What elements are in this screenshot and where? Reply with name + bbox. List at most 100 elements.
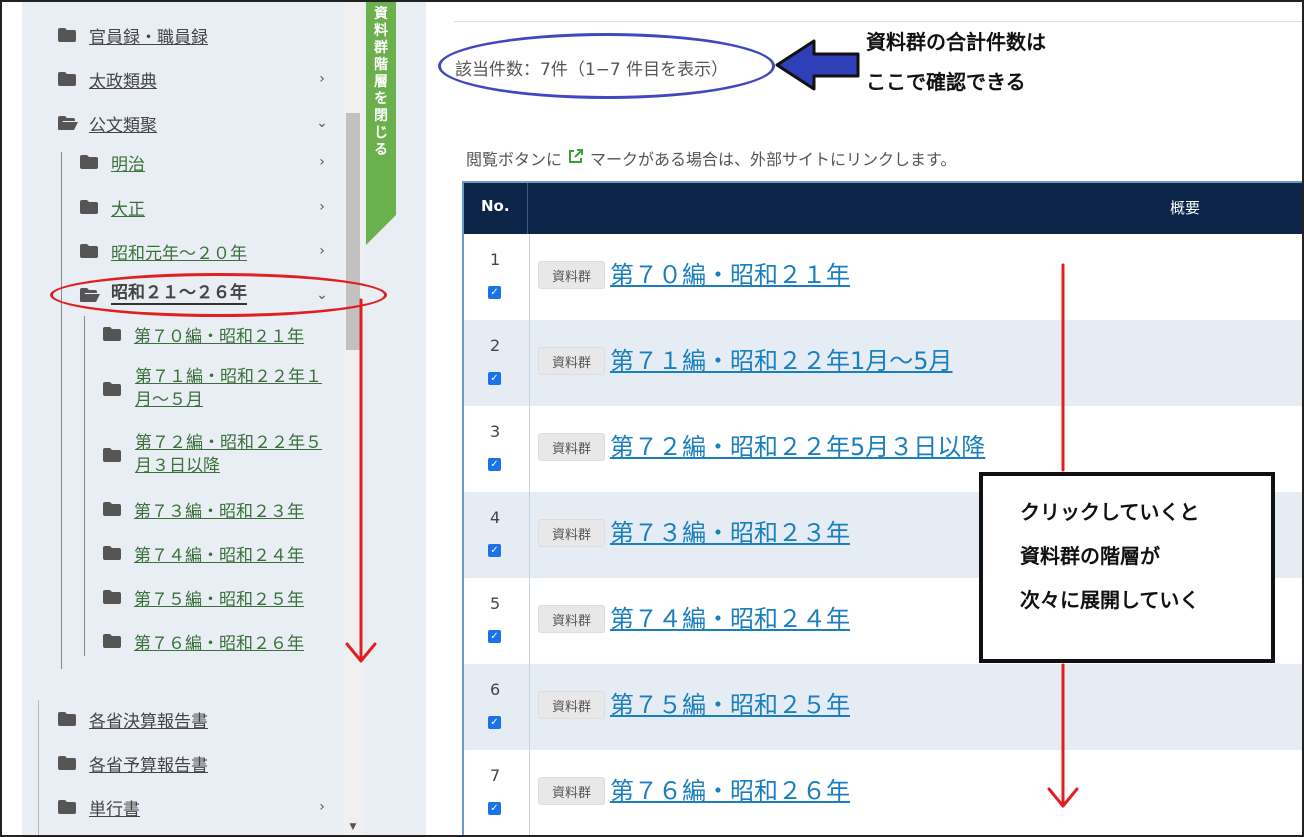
row-number: 3	[490, 422, 501, 441]
row-title-link[interactable]: 第７０編・昭和２１年	[610, 255, 850, 290]
folder-icon	[80, 155, 98, 169]
sidebar-item-vol71[interactable]: 第７１編・昭和２２年１ 月～５月	[135, 366, 322, 412]
sidebar-item-taisho[interactable]: 大正	[80, 195, 145, 220]
folder-icon	[58, 800, 76, 814]
chevron-right-icon[interactable]: ›	[312, 152, 332, 172]
folder-icon	[80, 244, 98, 258]
chevron-right-icon[interactable]: ›	[312, 69, 332, 89]
note-text: マークがある場合は、外部サイトにリンクします。	[590, 150, 957, 169]
sidebar-item-label[interactable]: 第７５編・昭和２５年	[134, 585, 304, 610]
sidebar-item-vol70[interactable]: 第７０編・昭和２１年	[103, 322, 304, 347]
sidebar-item-meiji[interactable]: 明治	[80, 150, 145, 175]
sidebar-item-vol73[interactable]: 第７３編・昭和２３年	[103, 497, 304, 522]
column-header-summary: 概要	[1170, 199, 1201, 217]
folder-open-icon	[58, 116, 78, 130]
highlight-ellipse	[438, 33, 775, 99]
sidebar-item-label[interactable]: 第７６編・昭和２６年	[134, 629, 304, 654]
sidebar-item-label[interactable]: 明治	[111, 150, 145, 175]
sidebar-item-label[interactable]: 第７１編・昭和２２年１	[135, 366, 322, 389]
row-title-link[interactable]: 第７２編・昭和２２年5月３日以降	[610, 427, 985, 462]
chevron-right-icon[interactable]: ›	[312, 197, 332, 217]
row-number: 4	[490, 508, 501, 527]
type-badge: 資料群	[538, 605, 605, 633]
type-badge: 資料群	[538, 691, 605, 719]
sidebar-item-showa-gannen[interactable]: 昭和元年～２０年	[80, 239, 247, 264]
folder-icon	[103, 546, 121, 560]
type-badge: 資料群	[538, 777, 605, 805]
row-title-link[interactable]: 第７６編・昭和２６年	[610, 771, 850, 806]
annotation-box-text: クリックしていくと 資料群の階層が 次々に展開していく	[1020, 490, 1199, 622]
row-number: 5	[490, 594, 501, 613]
row-checkbox[interactable]: ✓	[488, 458, 501, 471]
annotation-line: クリックしていくと	[1020, 500, 1200, 524]
column-header-no: No.	[481, 197, 510, 215]
folder-icon	[58, 72, 76, 86]
sidebar-item-label[interactable]: 各省予算報告書	[89, 751, 208, 776]
sidebar-item-label[interactable]: 各省決算報告書	[89, 707, 208, 732]
folder-icon	[58, 712, 76, 726]
sidebar-item-label[interactable]: 単行書	[89, 795, 140, 820]
type-badge: 資料群	[538, 261, 605, 289]
row-checkbox[interactable]: ✓	[488, 544, 501, 557]
sidebar-item-label[interactable]: 太政類典	[89, 67, 157, 92]
row-number: 1	[490, 250, 501, 269]
sidebar-item-vol72[interactable]: 第７２編・昭和２２年５ 月３日以降	[135, 432, 322, 478]
callout-line: 資料群の合計件数は	[866, 30, 1046, 54]
sidebar-item-label[interactable]: 第７０編・昭和２１年	[134, 322, 304, 347]
row-title-link[interactable]: 第７５編・昭和２５年	[610, 685, 850, 720]
folder-icon	[103, 447, 121, 466]
sidebar-item-tankosho[interactable]: 単行書	[58, 795, 140, 820]
annotation-line: 次々に展開していく	[1020, 588, 1200, 612]
sidebar-item-label[interactable]: 官員録・職員録	[89, 23, 208, 48]
type-badge: 資料群	[538, 433, 605, 461]
sidebar-item-label[interactable]: 大正	[111, 195, 145, 220]
row-checkbox[interactable]: ✓	[488, 286, 501, 299]
sidebar-item-dajou[interactable]: 太政類典	[58, 67, 157, 92]
sidebar-item-label[interactable]: 月３日以降	[135, 455, 322, 478]
row-title-link[interactable]: 第７４編・昭和２４年	[610, 599, 850, 634]
sidebar-item-kobun[interactable]: 公文類聚	[58, 111, 157, 136]
type-badge: 資料群	[538, 519, 605, 547]
blue-arrow-icon	[775, 39, 860, 91]
chevron-down-icon[interactable]: ⌄	[312, 113, 332, 133]
folder-icon	[103, 381, 121, 400]
sidebar-item-label[interactable]: 公文類聚	[89, 111, 157, 136]
sidebar-item-label[interactable]: 第７３編・昭和２３年	[134, 497, 304, 522]
annotation-line: 資料群の階層が	[1020, 544, 1160, 568]
sidebar-item-kessan[interactable]: 各省決算報告書	[58, 707, 208, 732]
sidebar-item-vol75[interactable]: 第７５編・昭和２５年	[103, 585, 304, 610]
folder-icon	[103, 327, 121, 341]
chevron-right-icon[interactable]: ›	[312, 797, 332, 817]
highlight-ellipse-red	[50, 273, 387, 317]
tree-line	[84, 316, 85, 656]
sidebar-item-label[interactable]: 第７４編・昭和２４年	[134, 541, 304, 566]
row-checkbox[interactable]: ✓	[488, 716, 501, 729]
type-badge: 資料群	[538, 347, 605, 375]
collapse-tab-label[interactable]: 資料群階層を閉じる	[372, 6, 390, 159]
row-title-link[interactable]: 第７３編・昭和２３年	[610, 513, 850, 548]
tree-line	[61, 152, 62, 669]
chevron-right-icon[interactable]: ›	[312, 241, 332, 261]
row-title-link[interactable]: 第７１編・昭和２２年1月～5月	[610, 341, 953, 376]
sidebar-item-vol74[interactable]: 第７４編・昭和２４年	[103, 541, 304, 566]
note-text: 閲覧ボタンに	[466, 150, 563, 169]
tree-line	[38, 700, 39, 835]
sidebar-item-yosan[interactable]: 各省予算報告書	[58, 751, 208, 776]
sidebar-item-kanin[interactable]: 官員録・職員録	[58, 23, 208, 48]
row-checkbox[interactable]: ✓	[488, 630, 501, 643]
left-margin	[2, 2, 22, 835]
sidebar-item-label[interactable]: 第７２編・昭和２２年５	[135, 432, 322, 455]
folder-icon	[103, 502, 121, 516]
sidebar-item-vol76[interactable]: 第７６編・昭和２６年	[103, 629, 304, 654]
sidebar-item-label[interactable]: 昭和元年～２０年	[111, 239, 247, 264]
row-checkbox[interactable]: ✓	[488, 372, 501, 385]
scroll-down-arrow-icon[interactable]: ▼	[347, 822, 359, 832]
row-number: 6	[490, 680, 501, 699]
sidebar-item-label[interactable]: 月～５月	[135, 389, 322, 412]
callout-count: 資料群の合計件数は ここで確認できる	[866, 22, 1046, 102]
scrollbar-thumb[interactable]	[346, 113, 360, 350]
row-number: 7	[490, 766, 501, 785]
folder-icon	[80, 200, 98, 214]
row-checkbox[interactable]: ✓	[488, 802, 501, 815]
external-link-icon	[568, 148, 584, 168]
